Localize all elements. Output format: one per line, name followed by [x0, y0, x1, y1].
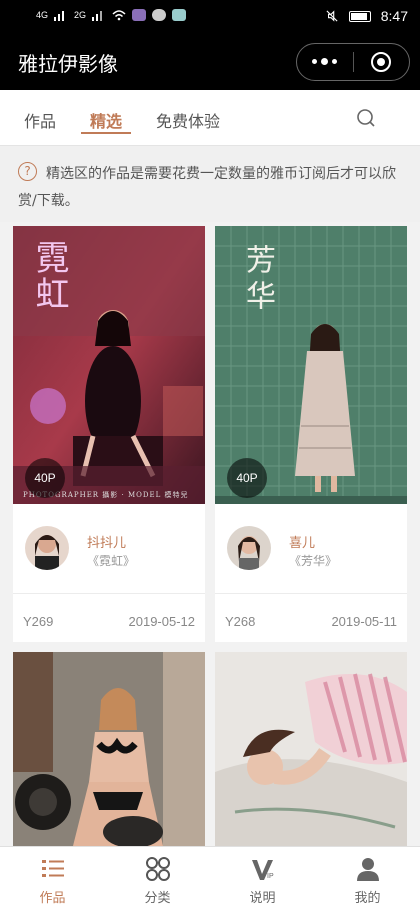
- nav-label: 我的: [354, 891, 381, 906]
- tab-free-trial[interactable]: 免费体验: [156, 108, 220, 132]
- app-notification-icon-2: [172, 9, 187, 21]
- close-miniprogram-button[interactable]: [354, 44, 410, 80]
- nav-works[interactable]: 作品: [0, 847, 105, 910]
- vip-icon: IP: [251, 860, 274, 880]
- signal-bars-icon-2: [92, 11, 103, 21]
- more-dots-icon: [312, 58, 338, 65]
- cover-photo[interactable]: 霓虹 PHOTOGRAPHER 攝影 · MODEL 模特兒 40P: [13, 226, 205, 504]
- notice-text: 精选区的作品是需要花费一定数量的雅币订阅后才可以欣赏/下载。: [18, 166, 396, 209]
- avatar[interactable]: [25, 526, 69, 570]
- clock: 8:47: [380, 8, 408, 24]
- work-title: 《芳华》: [289, 554, 338, 568]
- grid-icon: [145, 857, 170, 881]
- cover-photo[interactable]: [13, 652, 205, 846]
- publish-date: 2019-05-11: [331, 614, 397, 629]
- cover-photo[interactable]: [215, 652, 407, 846]
- wechat-icon: [152, 9, 167, 21]
- app-notification-icon: [132, 9, 147, 21]
- active-tab-indicator: [81, 132, 131, 134]
- nav-categories[interactable]: 分类: [105, 847, 210, 910]
- cover-photo[interactable]: 芳华 40P: [215, 226, 407, 504]
- page-title: 雅拉伊影像: [18, 52, 118, 76]
- avatar[interactable]: [227, 526, 271, 570]
- work-code: Y269: [23, 614, 54, 629]
- user-icon: [356, 858, 379, 881]
- work-card[interactable]: 霓虹 PHOTOGRAPHER 攝影 · MODEL 模特兒 40P 抖抖儿 《…: [13, 226, 205, 642]
- work-card[interactable]: [215, 652, 407, 846]
- search-icon[interactable]: [356, 108, 376, 128]
- signal-2g-label: 2G: [74, 10, 87, 20]
- work-card[interactable]: 芳华 40P 喜儿 《芳华》 Y268 2019-05-11: [215, 226, 407, 642]
- app-header: 雅拉伊影像: [0, 34, 420, 90]
- nav-profile[interactable]: 我的: [315, 847, 420, 910]
- author-name: 喜儿: [289, 536, 316, 551]
- battery-icon: [348, 10, 371, 22]
- publish-date: 2019-05-12: [128, 614, 196, 629]
- status-bar: 4G 2G 8:47: [0, 0, 420, 34]
- cover-title-overlay: 霓虹: [29, 240, 69, 312]
- bottom-navigation: 作品 分类 IP 说明 我的: [0, 846, 420, 910]
- cover-title-overlay: 芳华: [240, 244, 275, 316]
- nav-label: 作品: [39, 891, 66, 906]
- miniprogram-capsule: [296, 43, 410, 81]
- category-tabs: 作品 精选 免费体验: [0, 90, 420, 146]
- close-target-icon: [371, 52, 392, 72]
- signal-indicators: 4G 2G: [36, 9, 187, 21]
- work-card[interactable]: [13, 652, 205, 846]
- nav-label: 说明: [249, 891, 276, 906]
- photo-count-badge: 40P: [227, 458, 267, 498]
- nav-instructions[interactable]: IP 说明: [210, 847, 315, 910]
- tab-featured[interactable]: 精选: [90, 108, 122, 132]
- signal-4g-label: 4G: [36, 10, 49, 20]
- nav-label: 分类: [144, 891, 171, 906]
- svg-text:IP: IP: [267, 873, 274, 880]
- work-title: 《霓虹》: [87, 554, 136, 568]
- featured-notice: ? 精选区的作品是需要花费一定数量的雅币订阅后才可以欣赏/下载。: [0, 146, 420, 222]
- author-row[interactable]: 抖抖儿 《霓虹》: [13, 504, 205, 594]
- more-button[interactable]: [297, 44, 353, 80]
- mute-icon: [326, 10, 338, 22]
- author-name: 抖抖儿: [87, 536, 127, 551]
- wifi-icon: [112, 10, 126, 21]
- list-icon: [41, 860, 64, 877]
- photo-count-badge: 40P: [25, 458, 65, 498]
- work-code: Y268: [225, 614, 256, 629]
- author-row[interactable]: 喜儿 《芳华》: [215, 504, 407, 594]
- signal-bars-icon: [54, 11, 65, 21]
- tab-works[interactable]: 作品: [24, 108, 56, 132]
